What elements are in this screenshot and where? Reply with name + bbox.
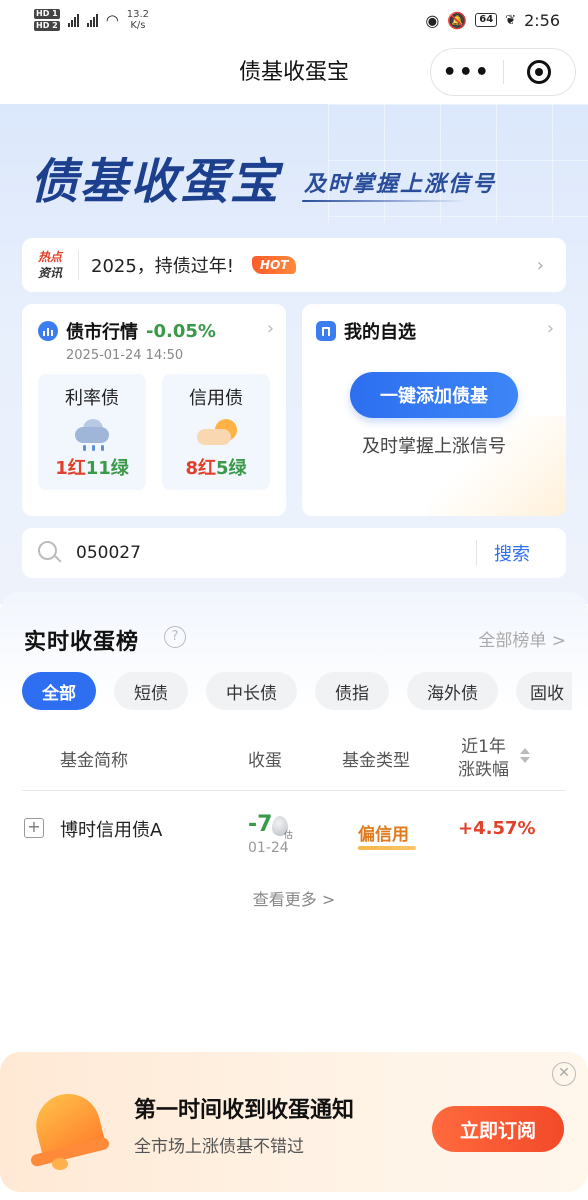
signal-icon [67,13,79,27]
bond-market-card[interactable]: 债市行情 -0.05% › 2025-01-24 14:50 利率债 1红11绿… [22,304,286,516]
ranking-title: 实时收蛋榜 [24,630,140,655]
hot-badge: HOT [252,256,297,274]
target-icon [527,60,552,84]
fund-type: 偏信用 [358,825,409,845]
box-name: 利率债 [65,388,119,409]
eye-icon: ◉ [425,10,440,30]
all-rankings-link[interactable]: 全部榜单 > [478,626,566,651]
brand-logo: 债基收蛋宝 [30,154,281,210]
box-count: 1红11绿 [55,458,129,479]
wifi-icon: ◠ [105,11,119,29]
bell-icon [22,1084,118,1172]
search-icon [38,541,62,565]
fund-name[interactable]: 博时信用债A [60,816,162,842]
market-change: -0.05% [146,320,216,342]
chart-icon [38,321,58,341]
chevron-right-icon: › [546,318,554,339]
search-input[interactable] [76,543,476,563]
tab-overseas-bond[interactable]: 海外债 [407,672,498,710]
nav-bar: 债基收蛋宝 ••• [0,40,588,104]
search-button[interactable]: 搜索 [477,540,547,566]
box-name: 信用债 [189,388,243,409]
sort-icon[interactable] [520,748,530,763]
add-to-watchlist-icon[interactable]: + [24,818,44,838]
egg-date: 01-24 [248,840,289,856]
hot-news-bar[interactable]: 热点 资讯 2025，持债过年! HOT › [22,238,566,292]
leaf-icon: ❦ [505,12,517,28]
news-text: 2025，持债过年! [91,256,235,277]
more-button[interactable]: ••• [431,60,503,85]
watchlist-title: 我的自选 [344,322,416,343]
help-icon[interactable]: ? [164,626,186,648]
egg-count: -7 [248,812,273,837]
category-tabs: 全部 短债 中长债 债指 海外债 固收 [22,672,572,710]
battery-indicator: 64 [475,13,498,27]
bookmark-icon [316,321,336,341]
close-icon[interactable]: ✕ [552,1062,576,1086]
col-header-name: 基金简称 [60,751,128,771]
sim1-label: HD 1 [34,9,60,19]
chevron-right-icon: › [266,318,274,339]
sim-indicator: HD 1 HD 2 [34,9,60,31]
market-time: 2025-01-24 14:50 [66,348,184,363]
subscribe-banner: ✕ 第一时间收到收蛋通知 全市场上涨债基不错过 立即订阅 [0,1052,588,1192]
mini-program-capsule: ••• [430,48,576,96]
close-button[interactable] [504,60,576,84]
add-bond-fund-button[interactable]: 一键添加债基 [350,372,518,418]
subscribe-desc: 全市场上涨债基不错过 [134,1137,304,1157]
sun-cloud-icon [197,419,237,445]
ranking-panel: 实时收蛋榜 ? 全部榜单 > 全部 短债 中长债 债指 海外债 固收 基金简称 … [0,592,588,1052]
tab-mid-long-bond[interactable]: 中长债 [206,672,297,710]
net-speed: 13.2 K/s [126,9,150,31]
signal-icon-2 [86,13,98,27]
tab-all[interactable]: 全部 [22,672,96,710]
chevron-right-icon: › [536,254,544,276]
tab-fixed-income[interactable]: 固收 [516,672,572,710]
tab-bond-index[interactable]: 债指 [315,672,389,710]
hero-slogan: 及时掌握上涨信号 [304,172,497,197]
mute-icon: 🔕 [447,10,468,30]
col-header-type: 基金类型 [342,751,410,771]
market-title: 债市行情 [66,322,138,343]
credit-bond-box[interactable]: 信用债 8红5绿 [162,374,270,490]
watchlist-subtitle: 及时掌握上涨信号 [362,436,506,457]
watchlist-card[interactable]: 我的自选 › 一键添加债基 及时掌握上涨信号 [302,304,566,516]
one-year-change: +4.57% [458,818,536,839]
rain-cloud-icon [73,419,111,451]
sim2-label: HD 2 [34,21,60,31]
news-tag: 热点 资讯 [37,250,62,280]
col-header-change[interactable]: 近1年 涨跌幅 [458,736,509,782]
tab-short-bond[interactable]: 短债 [114,672,188,710]
status-bar: HD 1 HD 2 ◠ 13.2 K/s ◉ 🔕 64 ❦ 2:56 [0,0,588,40]
box-count: 8红5绿 [185,458,247,479]
col-header-egg: 收蛋 [248,751,282,771]
view-more-link[interactable]: 查看更多 > [0,886,588,910]
subscribe-title: 第一时间收到收蛋通知 [134,1098,355,1123]
subscribe-button[interactable]: 立即订阅 [432,1106,564,1152]
rate-bond-box[interactable]: 利率债 1红11绿 [38,374,146,490]
clock: 2:56 [524,10,560,30]
search-bar: 搜索 [22,528,566,578]
